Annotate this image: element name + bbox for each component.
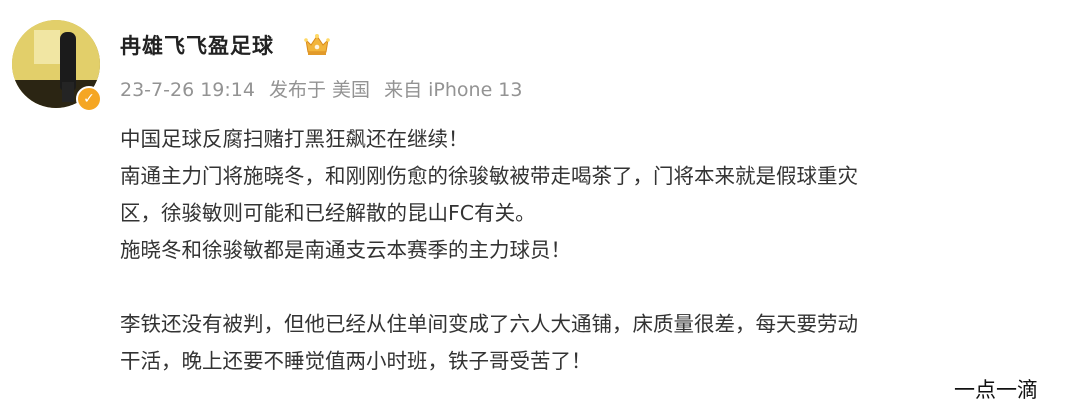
avatar-person-legs xyxy=(62,82,74,102)
post-meta: 23-7-26 19:14 发布于 美国 来自 iPhone 13 xyxy=(120,75,530,102)
avatar-sign xyxy=(34,30,60,64)
crown-icon[interactable] xyxy=(304,32,330,56)
post-line: 中国足球反腐扫赌打黑狂飙还在继续！ xyxy=(120,127,469,151)
post-line: 区，徐骏敏则可能和已经解散的昆山FC有关。 xyxy=(120,201,536,225)
post-source: 来自 iPhone 13 xyxy=(384,79,523,101)
post-line: 干活，晚上还要不睡觉值两小时班，铁子哥受苦了！ xyxy=(120,349,592,373)
verified-badge-icon: ✓ xyxy=(76,86,102,112)
post-location: 发布于 美国 xyxy=(269,79,371,101)
post-blank-line xyxy=(120,269,1060,306)
post-content: 中国足球反腐扫赌打黑狂飙还在继续！ 南通主力门将施晓冬，和刚刚伤愈的徐骏敏被带走… xyxy=(120,121,1060,380)
post-line: 李铁还没有被判，但他已经从住单间变成了六人大通铺，床质量很差，每天要劳动 xyxy=(120,312,858,336)
post-line: 南通主力门将施晓冬，和刚刚伤愈的徐骏敏被带走喝茶了，门将本来就是假球重灾 xyxy=(120,164,858,188)
post-line: 施晓冬和徐骏敏都是南通支云本赛季的主力球员！ xyxy=(120,238,571,262)
author-name[interactable]: 冉雄飞飞盈足球 xyxy=(120,30,274,60)
post-time[interactable]: 23-7-26 19:14 xyxy=(120,79,255,101)
watermark: 一点一滴 xyxy=(954,374,1038,404)
